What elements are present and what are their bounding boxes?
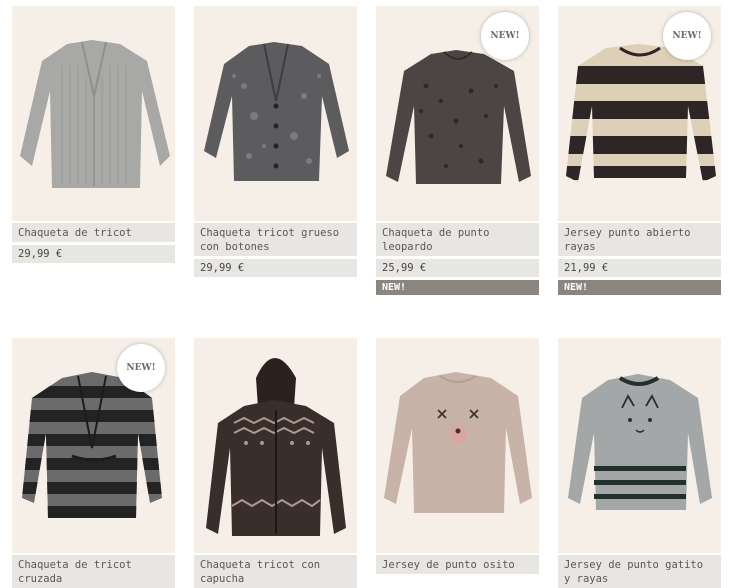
product-price: 25,99 € (376, 259, 539, 277)
product-card[interactable]: NEW! Jersey punto abierto rayas 21,99 € … (558, 6, 721, 295)
product-name[interactable]: Chaqueta de tricot cruzada (12, 555, 175, 588)
new-label-bar: NEW! (558, 280, 721, 295)
grey-cardigan-photo[interactable] (12, 6, 175, 221)
product-card[interactable]: Chaqueta tricot grueso con botones 29,99… (194, 6, 357, 295)
product-grid: Chaqueta de tricot 29,99 € Chaqueta tric… (12, 6, 721, 588)
product-price: 21,99 € (558, 259, 721, 277)
product-card[interactable]: Jersey de punto gatito y rayas (558, 338, 721, 588)
product-name[interactable]: Jersey de punto osito (376, 555, 539, 574)
hooded-fairisle-cardigan-photo[interactable] (194, 338, 357, 553)
product-card[interactable]: NEW! Chaqueta de tricot cruzada (12, 338, 175, 588)
bear-sweater-photo[interactable] (376, 338, 539, 553)
leopard-cardigan-photo[interactable]: NEW! (376, 6, 539, 221)
new-badge: NEW! (663, 12, 711, 60)
product-name[interactable]: Chaqueta de tricot (12, 223, 175, 242)
cat-striped-sweater-photo[interactable] (558, 338, 721, 553)
product-name[interactable]: Chaqueta tricot con capucha (194, 555, 357, 588)
product-card[interactable]: Jersey de punto osito (376, 338, 539, 588)
striped-sweater-photo[interactable]: NEW! (558, 6, 721, 221)
product-card[interactable]: Chaqueta tricot con capucha (194, 338, 357, 588)
product-price: 29,99 € (194, 259, 357, 277)
new-label-bar: NEW! (376, 280, 539, 295)
product-name[interactable]: Jersey de punto gatito y rayas (558, 555, 721, 588)
product-price: 29,99 € (12, 245, 175, 263)
new-badge: NEW! (481, 12, 529, 60)
product-name[interactable]: Chaqueta tricot grueso con botones (194, 223, 357, 256)
product-name[interactable]: Jersey punto abierto rayas (558, 223, 721, 256)
new-badge: NEW! (117, 344, 165, 392)
product-card[interactable]: Chaqueta de tricot 29,99 € (12, 6, 175, 295)
striped-wrap-cardigan-photo[interactable]: NEW! (12, 338, 175, 553)
product-name[interactable]: Chaqueta de punto leopardo (376, 223, 539, 256)
marled-cardigan-photo[interactable] (194, 6, 357, 221)
product-card[interactable]: NEW! Chaqueta de punto leopardo 25,99 € … (376, 6, 539, 295)
